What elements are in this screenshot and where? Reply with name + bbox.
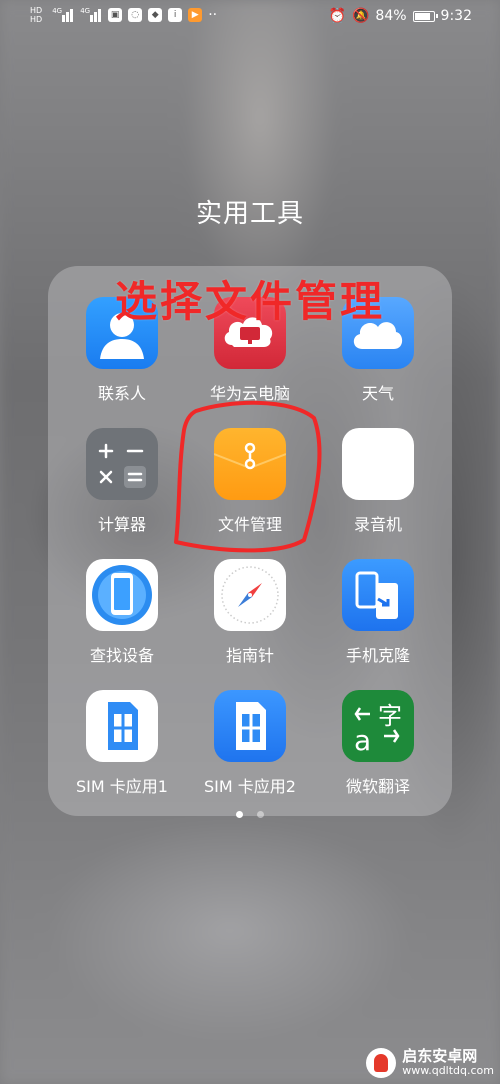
page-dot: [256, 811, 264, 818]
watermark-url: www.qdltdq.com: [402, 1064, 494, 1078]
page-dot-active: [236, 811, 244, 818]
page-indicator[interactable]: [0, 803, 500, 822]
watermark: 启东安卓网 www.qdltdq.com: [366, 1048, 494, 1078]
annotation-circle: [174, 400, 322, 553]
watermark-title: 启东安卓网: [402, 1047, 478, 1066]
watermark-logo-icon: [366, 1048, 397, 1078]
